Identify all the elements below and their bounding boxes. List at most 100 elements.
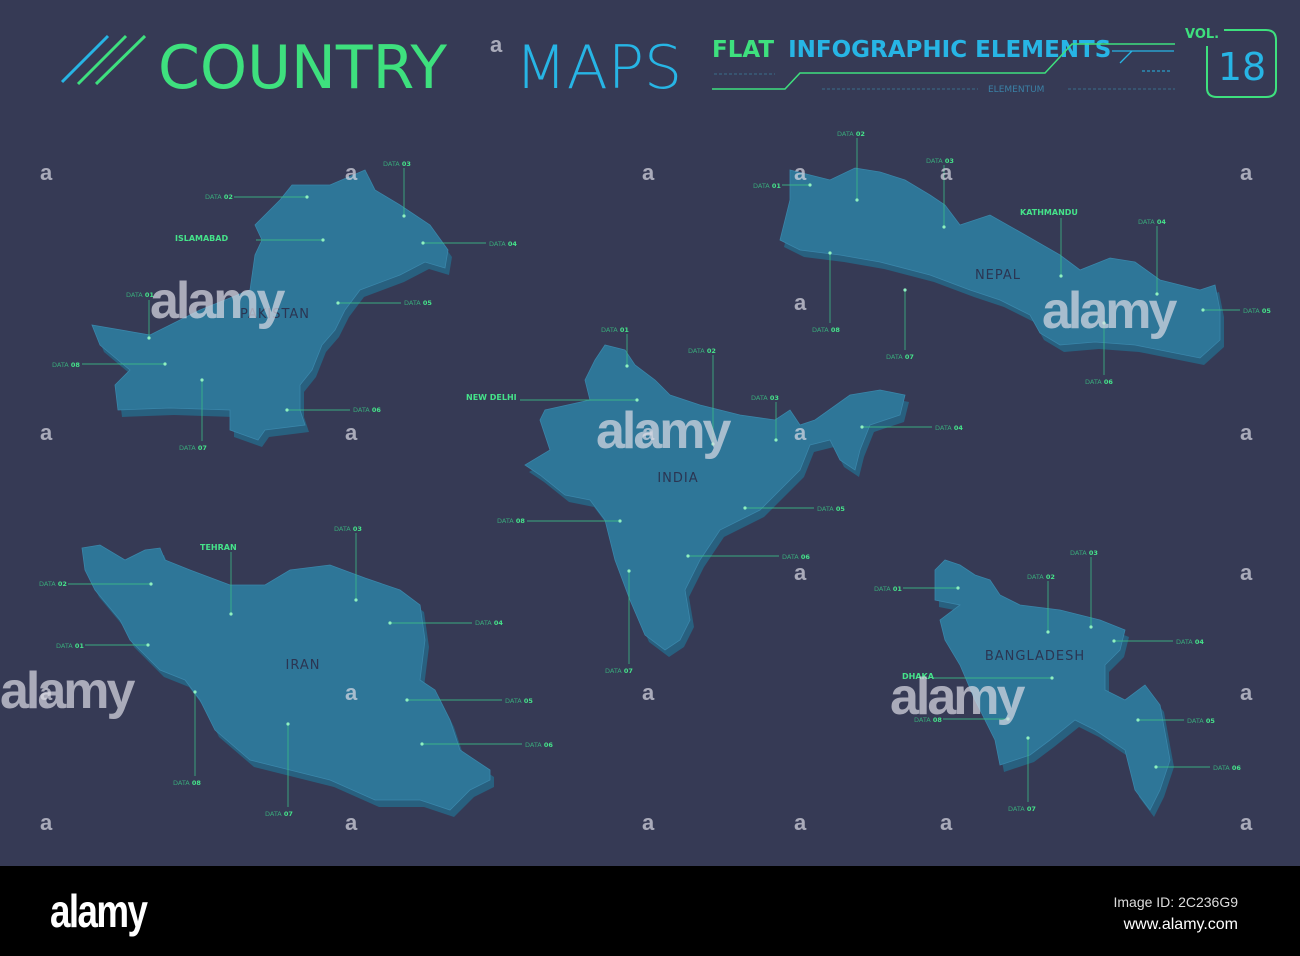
data-label: DATA 03 xyxy=(1070,549,1098,557)
callout-dot xyxy=(1154,765,1158,769)
watermark-mark: a xyxy=(1240,420,1253,445)
data-label: DATA 04 xyxy=(475,619,503,627)
callout-dot xyxy=(808,183,812,187)
nepal-data-callout[interactable]: DATA 08 xyxy=(812,251,840,334)
data-label: DATA 07 xyxy=(1008,805,1036,813)
title-maps: MAPS xyxy=(515,33,682,103)
callout-dot xyxy=(402,214,406,218)
callout-dot xyxy=(828,251,832,255)
india-data-callout[interactable]: DATA 07 xyxy=(605,569,633,675)
callout-dot xyxy=(229,612,233,616)
watermark-mark: a xyxy=(642,680,655,705)
capital-label: TEHRAN xyxy=(200,543,237,552)
watermark-mark: a xyxy=(794,810,807,835)
india-map-shape[interactable] xyxy=(524,344,906,651)
data-label: DATA 01 xyxy=(874,585,902,593)
watermark-mark: a xyxy=(940,160,953,185)
watermark-mark: a xyxy=(1240,160,1253,185)
callout-dot xyxy=(618,519,622,523)
data-label: DATA 05 xyxy=(1187,717,1215,725)
data-label: DATA 01 xyxy=(753,182,781,190)
callout-dot xyxy=(321,238,325,242)
watermark-logo: alamy xyxy=(596,402,732,460)
nepal-name-label: NEPAL xyxy=(975,268,1021,283)
watermark-logo: alamy xyxy=(1042,282,1178,340)
callout-dot xyxy=(942,225,946,229)
data-label: DATA 04 xyxy=(489,240,517,248)
watermark-mark: a xyxy=(940,810,953,835)
data-label: DATA 02 xyxy=(205,193,233,201)
slash-decoration-icon xyxy=(60,34,147,86)
data-label: DATA 05 xyxy=(817,505,845,513)
footer-url[interactable]: www.alamy.com xyxy=(1124,916,1238,934)
callout-dot xyxy=(388,621,392,625)
infographic-canvas: COUNTRY MAPS FLAT INFOGRAPHIC ELEMENTS E… xyxy=(0,27,1277,835)
data-label: DATA 06 xyxy=(353,406,381,414)
iran-data-callout[interactable]: DATA 08 xyxy=(173,690,201,787)
callout-dot xyxy=(956,586,960,590)
callout-dot xyxy=(405,698,409,702)
data-label: DATA 07 xyxy=(886,353,914,361)
callout-dot xyxy=(1136,718,1140,722)
data-label: DATA 01 xyxy=(601,326,629,334)
data-label: DATA 08 xyxy=(812,326,840,334)
data-label: DATA 06 xyxy=(1085,378,1113,386)
callout-dot xyxy=(285,408,289,412)
vol-label: VOL. xyxy=(1185,27,1219,42)
footer-image-id: Image ID: 2C236G9 xyxy=(1113,894,1238,910)
callout-dot xyxy=(193,690,197,694)
country-maps: PAKISTANISLAMABADDATA 01DATA 02DATA 03DA… xyxy=(39,130,1271,818)
callout-dot xyxy=(163,362,167,366)
data-label: DATA 02 xyxy=(39,580,67,588)
subtitle-flat: FLAT xyxy=(712,37,774,63)
watermark-mark: a xyxy=(642,160,655,185)
callout-dot xyxy=(1089,625,1093,629)
callout-dot xyxy=(336,301,340,305)
data-label: DATA 08 xyxy=(497,517,525,525)
callout-dot xyxy=(627,569,631,573)
header: COUNTRY MAPS FLAT INFOGRAPHIC ELEMENTS E… xyxy=(60,27,1277,103)
india-name-label: INDIA xyxy=(657,471,698,486)
subtitle-infographic: INFOGRAPHIC ELEMENTS xyxy=(788,37,1111,63)
data-label: DATA 03 xyxy=(334,525,362,533)
iran-name-label: IRAN xyxy=(286,658,321,673)
data-label: DATA 07 xyxy=(179,444,207,452)
capital-label: KATHMANDU xyxy=(1020,208,1078,217)
callout-dot xyxy=(149,582,153,586)
watermark-mark: a xyxy=(345,680,358,705)
watermark-mark: a xyxy=(642,420,655,445)
map-pakistan: PAKISTANISLAMABADDATA 01DATA 02DATA 03DA… xyxy=(52,160,517,452)
data-label: DATA 07 xyxy=(265,810,293,818)
callout-dot xyxy=(354,598,358,602)
callout-dot xyxy=(1026,736,1030,740)
vol-number: 18 xyxy=(1218,45,1266,89)
data-label: DATA 03 xyxy=(751,394,779,402)
data-label: DATA 04 xyxy=(1176,638,1204,646)
watermark-mark: a xyxy=(40,680,53,705)
data-label: DATA 05 xyxy=(404,299,432,307)
watermark-mark: a xyxy=(40,420,53,445)
watermark-mark: a xyxy=(40,160,53,185)
map-nepal: NEPALKATHMANDUDATA 01DATA 02DATA 03DATA … xyxy=(753,130,1271,386)
watermark-mark: a xyxy=(1240,680,1253,705)
callout-dot xyxy=(855,198,859,202)
callout-dot xyxy=(147,336,151,340)
watermark-mark: a xyxy=(490,32,503,57)
brand-elementum: ELEMENTUM xyxy=(988,85,1044,95)
callout-dot xyxy=(421,241,425,245)
watermark-mark: a xyxy=(794,560,807,585)
data-label: DATA 01 xyxy=(56,642,84,650)
title-country: COUNTRY xyxy=(158,33,447,103)
map-india: INDIA NEW DELHI DATA 01 DATA 02 DATA 03 DATA … xyxy=(466,326,963,675)
watermark-logo: alamy xyxy=(0,662,136,720)
callout-dot xyxy=(903,288,907,292)
data-label: DATA 04 xyxy=(1138,218,1166,226)
callout-dot xyxy=(774,438,778,442)
watermark-mark: a xyxy=(345,160,358,185)
callout-dot xyxy=(305,195,309,199)
callout-dot xyxy=(860,425,864,429)
capital-label: NEW DELHI xyxy=(466,393,517,402)
footer-logo: alamy xyxy=(50,885,148,937)
nepal-data-callout[interactable]: DATA 07 xyxy=(886,288,914,361)
callout-dot xyxy=(686,554,690,558)
